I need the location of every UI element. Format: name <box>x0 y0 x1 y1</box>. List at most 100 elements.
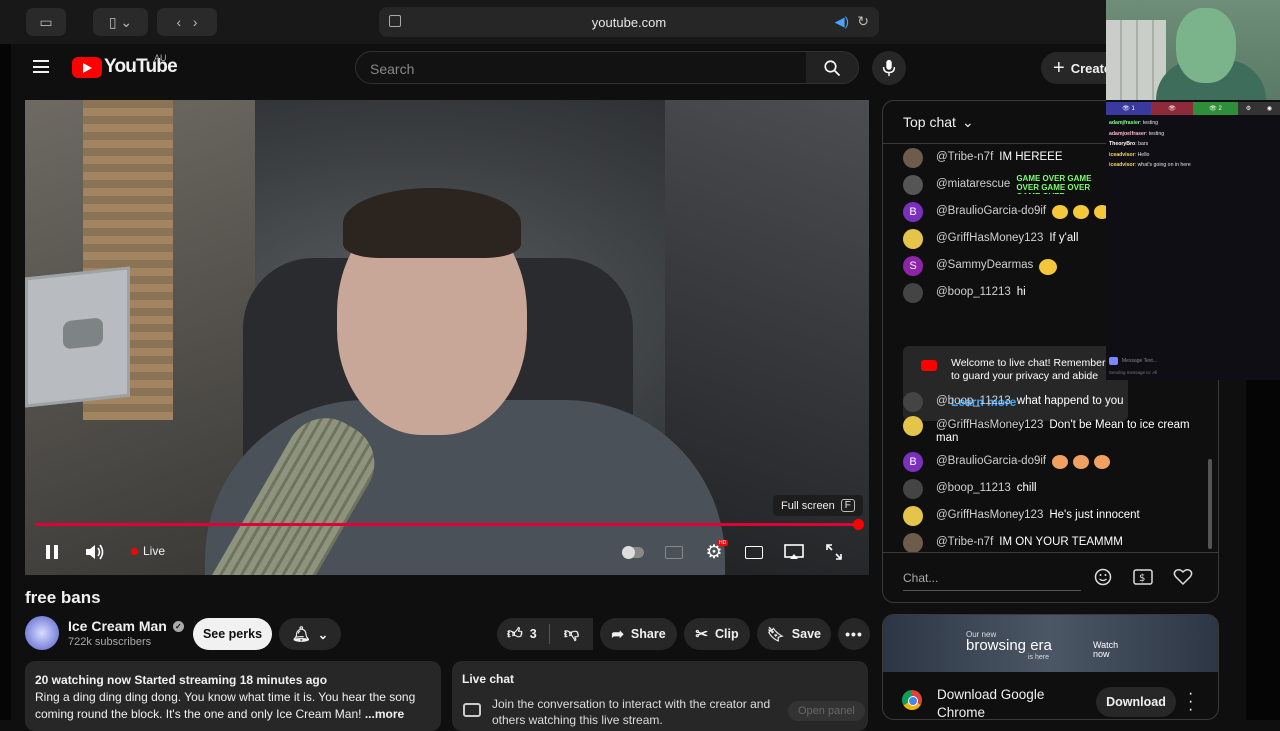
chat-author[interactable]: @BraulioGarcia-do9if <box>936 205 1046 218</box>
chat-message[interactable]: B @BraulioGarcia-do9if <box>903 452 1203 472</box>
subtitles-button[interactable] <box>662 540 686 564</box>
overlay-chat-line: adamjoelfraser: testing <box>1109 130 1165 137</box>
overlay-message-input[interactable]: Message Text... <box>1109 354 1277 367</box>
chevron-down-icon: ⌄ <box>317 627 329 642</box>
share-button[interactable]: ➦ Share <box>600 618 677 650</box>
overlay-chat-user: adamjfrasier <box>1109 120 1140 126</box>
pause-button[interactable] <box>41 540 63 564</box>
dislike-button[interactable]: 👎︎ <box>550 618 593 650</box>
see-perks-button[interactable]: See perks <box>193 618 272 650</box>
search-button[interactable] <box>806 51 859 84</box>
progress-bar[interactable] <box>35 519 864 530</box>
audio-playing-icon[interactable]: ◀) <box>835 14 849 30</box>
search-icon <box>824 59 841 76</box>
chat-text: He's just innocent <box>1049 509 1140 521</box>
cast-icon <box>784 544 804 559</box>
chat-author[interactable]: @SammyDearmas <box>936 259 1033 272</box>
description-more-link[interactable]: ...more <box>365 707 404 721</box>
chat-author[interactable]: @Tribe-n7f <box>936 151 993 164</box>
overlay-footer: Sending message to: All <box>1109 370 1158 375</box>
chat-message[interactable]: @boop_11213 what happend to you <box>903 392 1203 412</box>
more-vertical-icon[interactable]: · · · <box>1188 686 1193 718</box>
chat-text: hi <box>1016 286 1026 298</box>
ad-title[interactable]: Download Google Chrome <box>937 686 1067 719</box>
chat-message[interactable]: @GriffHasMoney123 He's just innocent <box>903 506 1203 526</box>
overlay-info-icon[interactable]: ◉ <box>1259 102 1280 115</box>
reload-icon[interactable]: ↻ <box>857 13 869 30</box>
chat-message[interactable]: @boop_11213 chill <box>903 479 1203 499</box>
super-chat-icon[interactable]: $ <box>1133 567 1153 587</box>
overlay-chat-line: iceadvisor: Hello <box>1109 151 1150 158</box>
voice-search-button[interactable] <box>872 51 906 85</box>
chat-author[interactable]: @GriffHasMoney123 <box>936 232 1043 245</box>
chat-bubble-icon <box>463 703 481 717</box>
search-input[interactable] <box>356 52 806 86</box>
fullscreen-tooltip: Full screen F <box>773 495 863 516</box>
overlay-chat-text: bars <box>1138 141 1149 147</box>
chat-author[interactable]: @BraulioGarcia-do9if <box>936 455 1046 468</box>
open-panel-button[interactable]: Open panel <box>788 701 865 721</box>
chat-message[interactable]: @Tribe-n7f IM ON YOUR TEAMMM <box>903 533 1203 553</box>
description-box[interactable]: 20 watching now Started streaming 18 min… <box>25 661 441 731</box>
overlay-input-placeholder: Message Text... <box>1122 357 1157 364</box>
webcam-overlay <box>1106 0 1280 100</box>
overlay-settings-icon[interactable]: ⚙ <box>1238 102 1259 115</box>
chat-scrollbar[interactable] <box>1208 459 1212 549</box>
channel-avatar[interactable] <box>25 616 59 650</box>
video-frame-person-hair <box>343 188 521 258</box>
youtube-logo[interactable]: YouTube AU <box>72 53 178 78</box>
chat-author[interactable]: @GriffHasMoney123 <box>936 419 1043 431</box>
channel-name[interactable]: Ice Cream Man <box>68 618 167 634</box>
overlay-tab-viewers-1[interactable]: 👁︎ 1 <box>1106 102 1151 115</box>
sidebar-toggle-icon[interactable]: ▯ ⌄ <box>93 8 148 36</box>
ad-banner-image[interactable]: Our new browsing era is here Watch now <box>883 615 1218 672</box>
window-edge <box>0 44 11 720</box>
tab-overview-icon[interactable]: ▭ <box>26 8 66 36</box>
chat-author[interactable]: @GriffHasMoney123 <box>936 509 1043 522</box>
notifications-button[interactable]: 🔔︎ ⌄ <box>279 618 341 650</box>
video-player[interactable]: Full screen F Live ⚙ HD <box>25 100 869 575</box>
overlay-tab-viewers-2[interactable]: 👁︎ <box>1151 102 1193 115</box>
chat-author[interactable]: @boop_11213 <box>936 482 1011 495</box>
emoji-icon <box>1052 455 1115 469</box>
settings-button[interactable]: ⚙ HD <box>702 540 729 564</box>
chat-author[interactable]: @Tribe-n7f <box>936 536 993 549</box>
chat-author[interactable]: @boop_11213 <box>936 395 1011 408</box>
heart-icon[interactable] <box>1173 567 1193 587</box>
chat-message[interactable]: @GriffHasMoney123 Don't be Mean to ice cr… <box>903 416 1203 445</box>
overlay-chat-text: testing <box>1148 130 1165 137</box>
emoji-picker-icon[interactable] <box>1093 567 1113 587</box>
ad-card[interactable]: Our new browsing era is here Watch now D… <box>882 614 1219 720</box>
chat-avatar <box>903 392 923 412</box>
chat-avatar <box>903 175 923 195</box>
cast-button[interactable] <box>782 540 806 564</box>
save-button[interactable]: 🔖︎ Save <box>757 618 831 650</box>
back-forward-buttons[interactable]: ‹ › <box>157 8 217 36</box>
progress-scrubber[interactable] <box>853 519 864 530</box>
chat-input[interactable] <box>903 565 1081 591</box>
fullscreen-shortcut-key: F <box>840 499 855 512</box>
more-actions-button[interactable]: ••• <box>838 618 870 650</box>
overlay-tab-viewers-3[interactable]: 👁︎ 2 <box>1193 102 1238 115</box>
address-bar[interactable]: youtube.com ◀) ↻ <box>379 7 879 37</box>
miniplayer-button[interactable] <box>742 540 766 564</box>
site-settings-icon[interactable] <box>389 15 401 27</box>
menu-icon[interactable] <box>33 60 49 73</box>
autoplay-toggle[interactable] <box>621 540 645 564</box>
fullscreen-button[interactable] <box>822 540 846 564</box>
chat-author[interactable]: @boop_11213 <box>936 286 1011 299</box>
clip-button[interactable]: ✂ Clip <box>684 618 750 650</box>
overlay-chat-line: TheoryBro: bars <box>1109 141 1149 147</box>
chat-author[interactable]: @miatarescue <box>936 178 1010 191</box>
overlay-chat-text: what's going on in here <box>1137 162 1191 168</box>
youtube-play-icon <box>72 56 102 78</box>
save-label: Save <box>791 627 821 641</box>
live-indicator[interactable]: Live <box>131 544 165 558</box>
volume-button[interactable] <box>83 540 107 564</box>
welcome-text: Welcome to live chat! Remember to guard … <box>951 357 1106 382</box>
share-label: Share <box>630 627 666 641</box>
overlay-tab-count: 1 <box>1131 105 1135 112</box>
download-button[interactable]: Download <box>1096 687 1176 717</box>
channel-name-row[interactable]: Ice Cream Man ✓ <box>68 618 184 634</box>
subscriber-count: 722k subscribers <box>68 636 152 648</box>
